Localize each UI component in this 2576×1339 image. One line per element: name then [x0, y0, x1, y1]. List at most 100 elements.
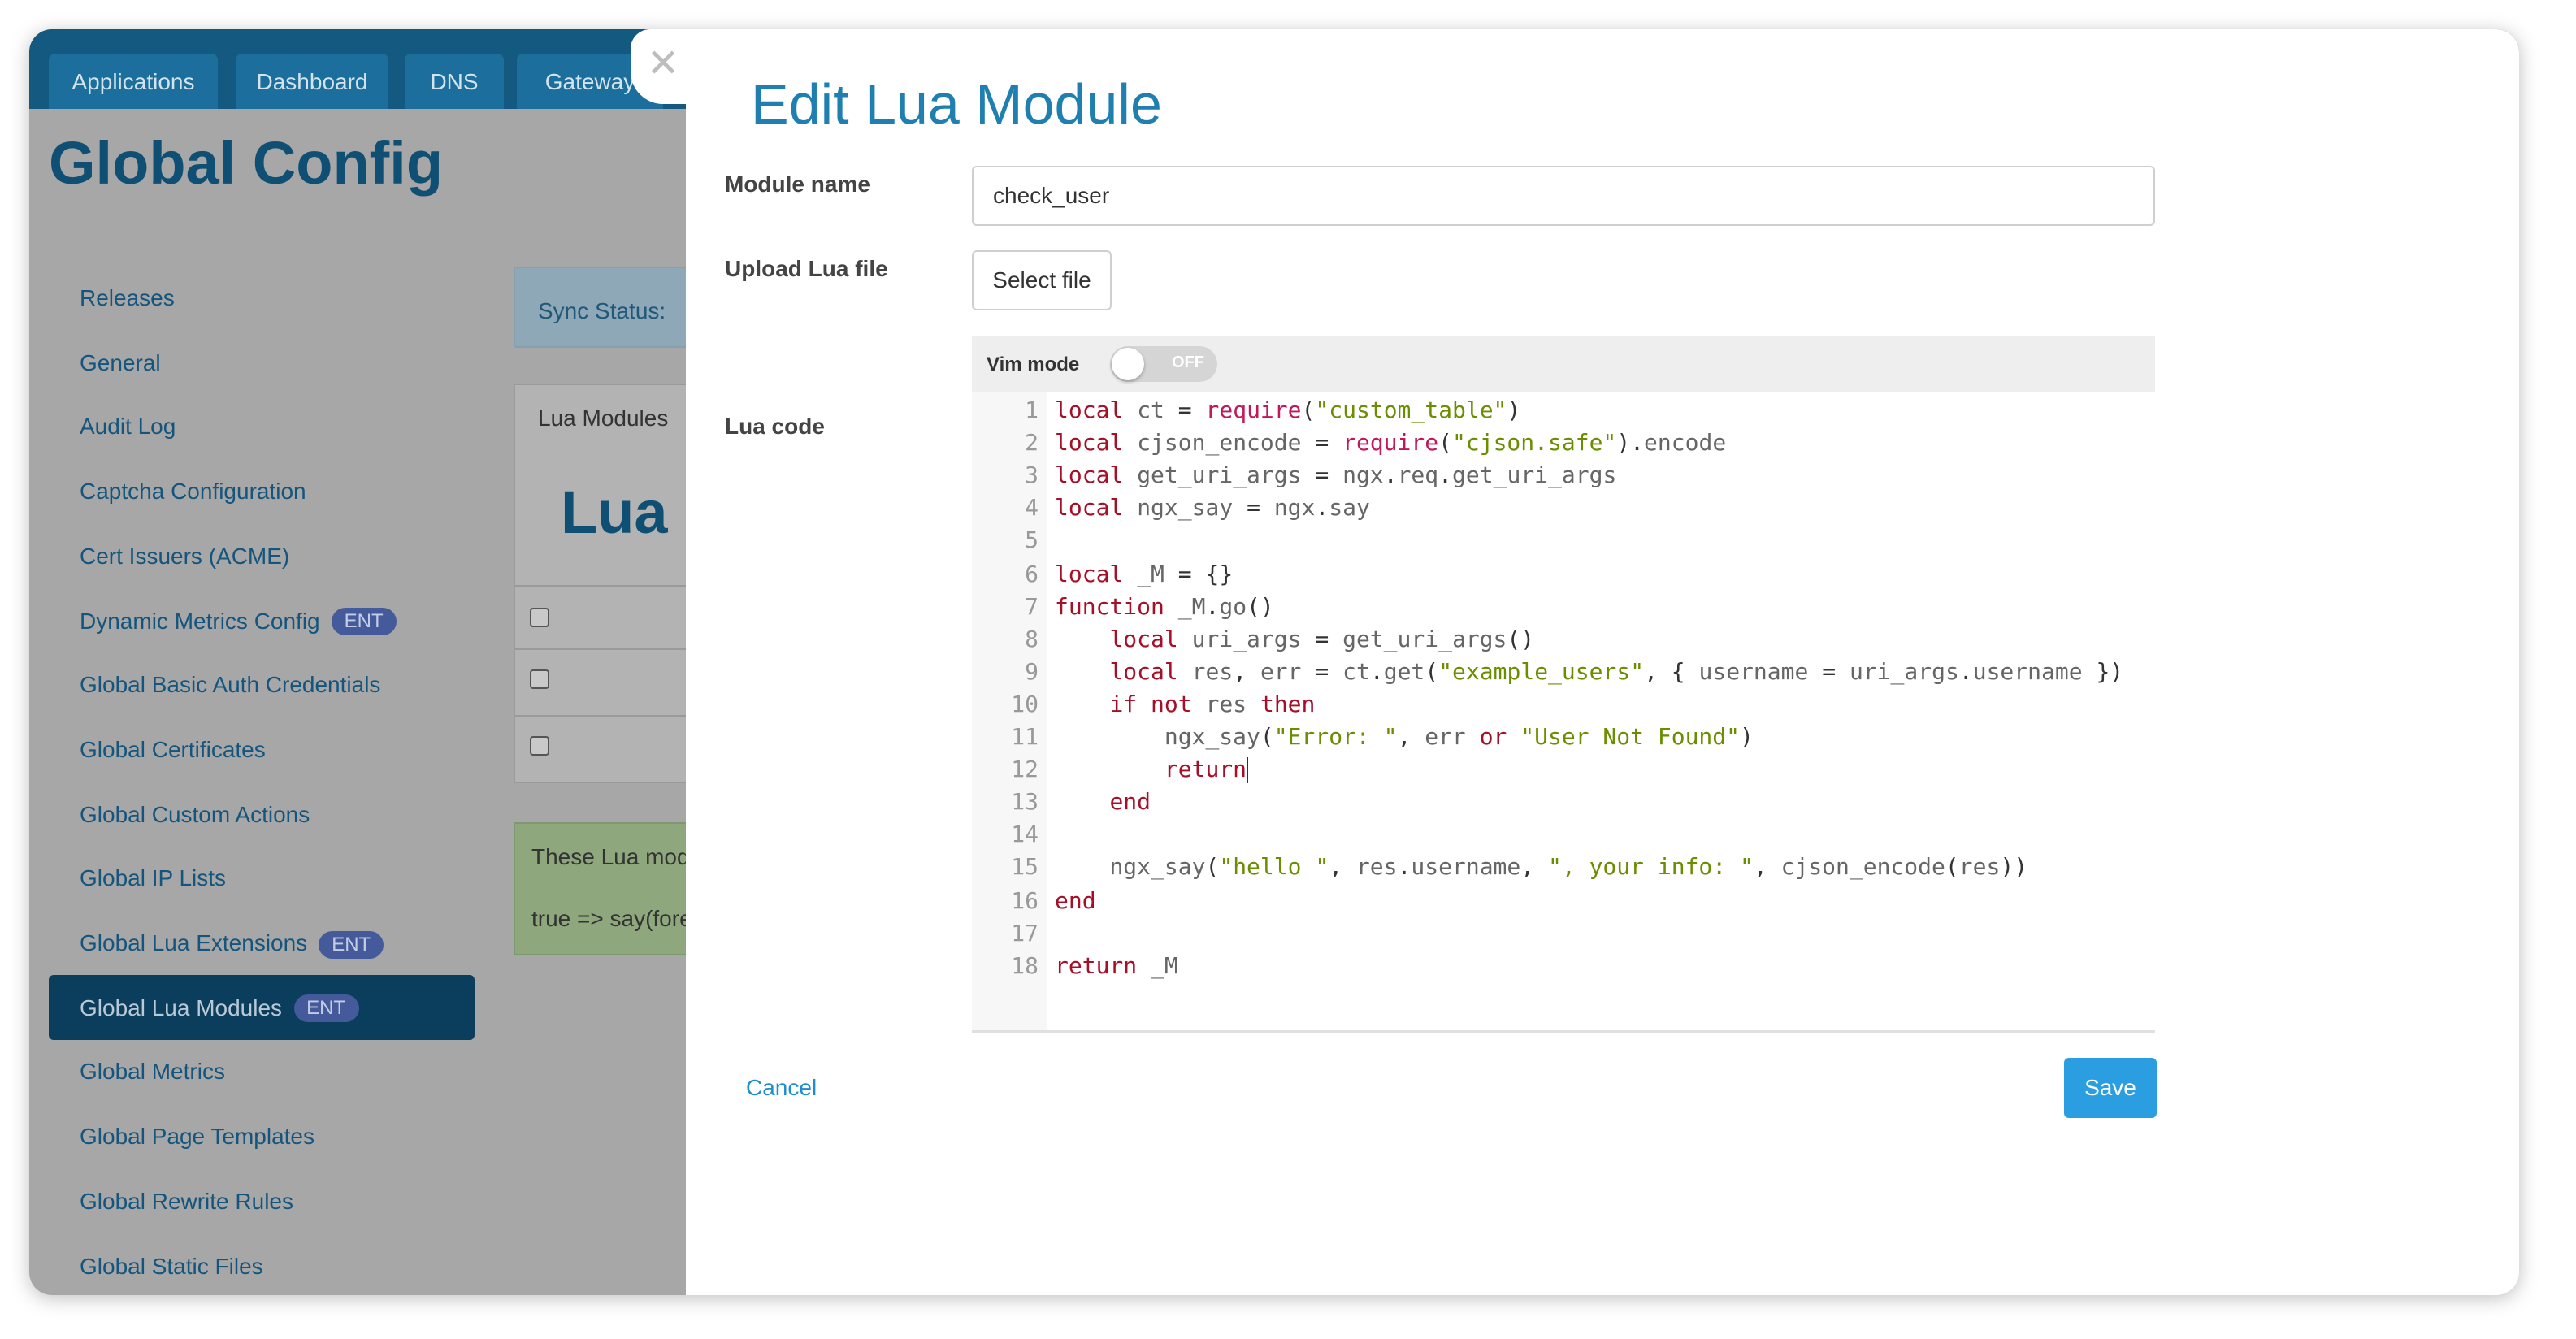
- line-number: 16: [1011, 888, 1039, 914]
- code-text: function _M.go(): [1055, 594, 1274, 621]
- lua-code-editor[interactable]: 1 local ct = require("custom_table") 2 loca…: [972, 392, 2155, 1034]
- code-line: 15 ngx_say("hello ", res.username, ", yo…: [972, 852, 2155, 885]
- sidebar-item-label: General: [80, 349, 161, 375]
- ent-badge: ENT: [331, 608, 397, 636]
- sidebar-item-label: Releases: [80, 284, 175, 310]
- sync-status-label: Sync Status:: [538, 297, 666, 323]
- line-number: 10: [1011, 691, 1039, 718]
- vim-mode-label: Vim mode: [987, 353, 1080, 375]
- line-number: 4: [1025, 496, 1039, 522]
- save-button[interactable]: Save: [2064, 1058, 2157, 1118]
- text-cursor: [1247, 757, 1249, 784]
- code-line: 7 function _M.go(): [972, 591, 2155, 623]
- code-line: 3 local get_uri_args = ngx.req.get_uri_ar…: [972, 460, 2155, 492]
- code-text: local uri_args = get_uri_args(): [1109, 626, 1535, 653]
- code-line: 1 local ct = require("custom_table"): [972, 395, 2155, 427]
- code-line: 5: [972, 526, 2155, 558]
- line-number: 9: [1025, 659, 1039, 686]
- code-text: ngx_say("hello ", res.username, ", your …: [1109, 855, 2028, 882]
- sidebar-item[interactable]: Releases: [80, 280, 175, 315]
- sidebar-item-label: Global Lua Extensions: [80, 930, 308, 956]
- line-number: 1: [1025, 398, 1039, 424]
- row-checkbox[interactable]: [530, 736, 549, 756]
- sidebar-item[interactable]: Global Basic Auth Credentials: [80, 666, 380, 702]
- sidebar-item[interactable]: Global Rewrite Rules: [80, 1183, 293, 1219]
- module-name-input[interactable]: check_user: [972, 166, 2155, 226]
- sidebar-item[interactable]: General: [80, 344, 161, 379]
- sidebar-item-label: Global Rewrite Rules: [80, 1187, 293, 1214]
- sidebar-item-label: Global Custom Actions: [80, 800, 310, 827]
- lua-modules-panel: Lua Modules Lua I: [514, 384, 710, 783]
- line-number: 14: [1011, 822, 1039, 849]
- sidebar-item-label: Global Lua Modules: [80, 994, 283, 1020]
- code-text: end: [1109, 790, 1151, 817]
- sidebar-item[interactable]: Global Certificates: [80, 731, 266, 767]
- line-number: 11: [1011, 725, 1039, 751]
- tab-dashboard[interactable]: Dashboard: [236, 54, 388, 109]
- code-text: local get_uri_args = ngx.req.get_uri_arg…: [1055, 463, 1617, 490]
- sidebar-item[interactable]: Audit Log: [80, 409, 176, 444]
- sidebar-item-label: Global Static Files: [80, 1252, 263, 1278]
- code-line: 6 local _M = {}: [972, 558, 2155, 591]
- code-text: ngx_say("Error: ", err or "User Not Foun…: [1164, 725, 1754, 751]
- sidebar-item[interactable]: Cert Issuers (ACME): [80, 538, 289, 574]
- row-checkbox[interactable]: [530, 670, 549, 689]
- sidebar-item-label: Cert Issuers (ACME): [80, 542, 290, 569]
- info-note-box: These Lua mod true => say(fore: [514, 822, 709, 956]
- line-number: 6: [1025, 561, 1039, 587]
- code-text: if not res then: [1109, 691, 1316, 718]
- editor-toolbar: Vim mode OFF: [972, 336, 2155, 392]
- sidebar-item[interactable]: Global Page Templates: [80, 1118, 314, 1154]
- sidebar-item[interactable]: Global Lua Modules ENT: [80, 989, 359, 1025]
- code-line: 4 local ngx_say = ngx.say: [972, 493, 2155, 526]
- page-title: Global Config: [49, 130, 444, 197]
- toggle-knob: [1112, 348, 1144, 380]
- sidebar-item-label: Global Basic Auth Credentials: [80, 671, 381, 698]
- table-divider: [515, 648, 710, 650]
- select-file-button[interactable]: Select file: [972, 250, 1112, 310]
- row-checkbox[interactable]: [530, 608, 549, 627]
- line-number: 8: [1025, 626, 1039, 653]
- vim-mode-toggle[interactable]: OFF: [1110, 346, 1217, 382]
- code-line: 13 end: [972, 786, 2155, 819]
- sidebar-item[interactable]: Dynamic Metrics Config ENT: [80, 602, 397, 638]
- sidebar-item[interactable]: Global Metrics: [80, 1054, 225, 1090]
- code-text: return: [1164, 757, 1249, 784]
- toggle-state-text: OFF: [1172, 354, 1204, 372]
- cancel-button[interactable]: Cancel: [746, 1074, 817, 1100]
- code-line: 9 local res, err = ct.get("example_users…: [972, 656, 2155, 689]
- sidebar-item-label: Global Metrics: [80, 1058, 225, 1085]
- line-number: 15: [1011, 855, 1039, 882]
- table-divider: [515, 585, 710, 587]
- sidebar-item-label: Global Certificates: [80, 735, 266, 762]
- line-number: 17: [1011, 921, 1039, 947]
- sidebar-item[interactable]: Captcha Configuration: [80, 473, 306, 509]
- sidebar-item[interactable]: Global Lua Extensions ENT: [80, 925, 384, 960]
- screenshot-stage: Applications Dashboard DNS Gateway Globa…: [0, 0, 2576, 1339]
- tab-lua-modules[interactable]: Lua Modules: [538, 405, 668, 431]
- line-number: 7: [1025, 594, 1039, 621]
- line-number: 5: [1025, 528, 1039, 555]
- sidebar-item[interactable]: Global Custom Actions: [80, 795, 310, 831]
- lua-code-label: Lua code: [725, 413, 825, 439]
- table-divider: [515, 715, 710, 717]
- code-text: local cjson_encode = require("cjson.safe…: [1055, 431, 1727, 457]
- sidebar-item-label: Captcha Configuration: [80, 478, 306, 505]
- sync-status-box: Sync Status:: [514, 266, 709, 348]
- edit-lua-module-modal: Edit Lua Module Module name check_user U…: [686, 29, 2519, 1295]
- code-text: end: [1055, 888, 1096, 914]
- code-line: 18 return _M: [972, 950, 2155, 982]
- modal-title: Edit Lua Module: [751, 73, 1162, 136]
- code-text: local _M = {}: [1055, 561, 1234, 587]
- sidebar-item[interactable]: Global IP Lists: [80, 860, 226, 896]
- code-line: 17: [972, 917, 2155, 950]
- tab-applications[interactable]: Applications: [49, 54, 218, 109]
- note-line: These Lua mod: [531, 843, 690, 869]
- code-line: 10 if not res then: [972, 689, 2155, 722]
- tab-dns[interactable]: DNS: [405, 54, 504, 109]
- line-number: 13: [1011, 790, 1039, 817]
- sidebar-item[interactable]: Global Static Files: [80, 1247, 263, 1283]
- code-line: 16 end: [972, 885, 2155, 917]
- code-line: 2 local cjson_encode = require("cjson.saf…: [972, 427, 2155, 460]
- close-icon[interactable]: ✕: [647, 42, 679, 88]
